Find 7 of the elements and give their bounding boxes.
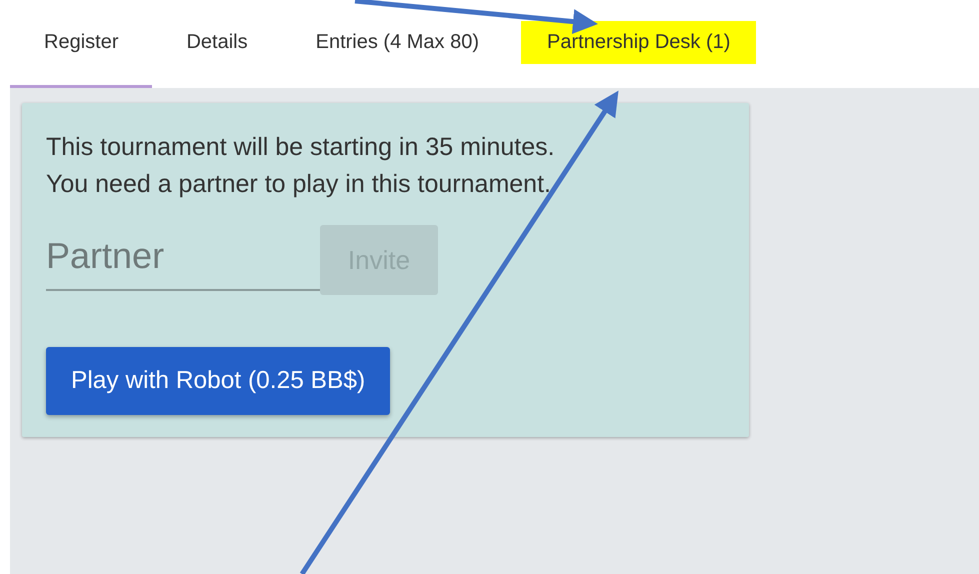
message-text: You need a partner to play in this tournament. bbox=[46, 169, 552, 200]
tab[interactable]: Partnership Desk (1) bbox=[513, 0, 764, 88]
message-text: This tournament will be starting in 35 minutes. bbox=[46, 132, 556, 163]
play-robot-button[interactable]: Play with Robot (0.25 BB$) bbox=[46, 347, 390, 415]
partner-field[interactable]: Partner bbox=[46, 235, 320, 291]
tab[interactable]: Details bbox=[152, 0, 282, 88]
tab[interactable]: Entries (4 Max 80) bbox=[282, 0, 514, 88]
